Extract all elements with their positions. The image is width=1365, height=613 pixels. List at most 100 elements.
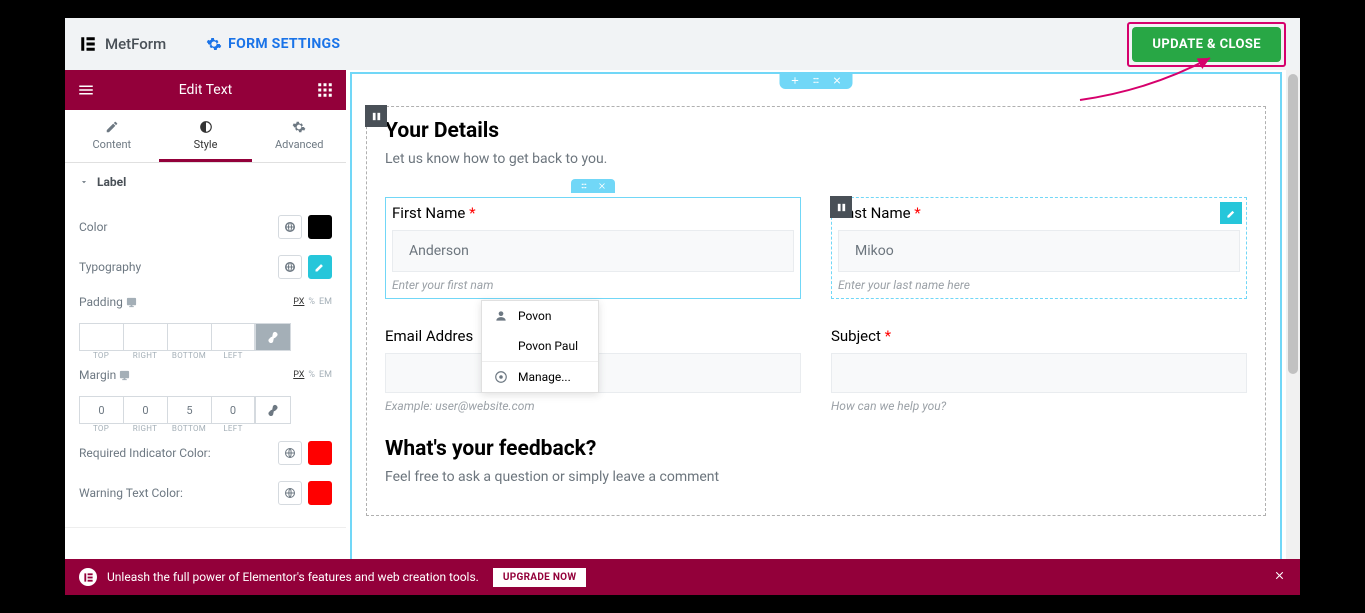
drag-icon	[579, 181, 589, 191]
user-icon	[494, 309, 508, 323]
autofill-manage[interactable]: Manage...	[482, 362, 598, 392]
brand: MetForm	[79, 35, 166, 53]
field-last-name[interactable]: Last Name * Mikoo Enter your last name h…	[831, 197, 1247, 299]
control-warn-color: Warning Text Color:	[79, 473, 332, 513]
desktop-icon	[126, 297, 137, 308]
last-name-label: Last Name *	[832, 198, 1246, 226]
gear-icon	[292, 120, 306, 134]
autofill-option[interactable]: Povon Paul	[482, 331, 598, 361]
global-warn-color-button[interactable]	[278, 481, 302, 505]
color-swatch[interactable]	[308, 215, 332, 239]
close-icon[interactable]	[597, 181, 607, 191]
control-typography: Typography	[79, 247, 332, 287]
globe-icon	[284, 447, 296, 459]
field-subject[interactable]: Subject * How can we help you?	[831, 327, 1247, 413]
brand-label: MetForm	[105, 35, 166, 53]
column-handle[interactable]	[830, 196, 852, 218]
globe-icon	[284, 221, 296, 233]
section-label-title: Label	[97, 175, 126, 189]
control-margin: Margin PX%EM	[79, 360, 332, 390]
padding-link-toggle[interactable]	[255, 323, 291, 351]
column-icon	[371, 111, 382, 122]
contrast-icon	[199, 120, 213, 134]
upgrade-now-button[interactable]: UPGRADE NOW	[493, 568, 587, 587]
control-req-color: Required Indicator Color:	[79, 433, 332, 473]
sidebar: Edit Text Content Style Advanced Label C…	[65, 70, 346, 595]
margin-inputs	[79, 396, 332, 424]
first-name-input[interactable]: Anderson	[392, 230, 794, 272]
autofill-option[interactable]: Povon	[482, 301, 598, 331]
banner-text: Unleash the full power of Elementor's fe…	[107, 570, 479, 584]
scroll-thumb[interactable]	[1288, 74, 1298, 374]
padding-bottom[interactable]	[167, 323, 211, 351]
req-color-swatch[interactable]	[308, 441, 332, 465]
warn-color-swatch[interactable]	[308, 481, 332, 505]
sub-feedback: Feel free to ask a question or simply le…	[385, 469, 1247, 485]
margin-right[interactable]	[123, 396, 167, 424]
menu-icon[interactable]	[77, 81, 95, 99]
elementor-badge-icon	[79, 568, 97, 586]
chrome-icon	[494, 370, 508, 384]
column-icon	[836, 202, 847, 213]
control-color: Color	[79, 207, 332, 247]
padding-left[interactable]	[211, 323, 255, 351]
first-name-hint: Enter your first nam	[386, 276, 800, 298]
column-handle[interactable]	[365, 105, 387, 127]
globe-icon	[284, 261, 296, 273]
grid-icon[interactable]	[316, 81, 334, 99]
global-req-color-button[interactable]	[278, 441, 302, 465]
sub-your-details: Let us know how to get back to you.	[385, 151, 1247, 167]
field-first-name[interactable]: First Name * Anderson Enter your first n…	[385, 197, 801, 299]
close-icon[interactable]	[832, 75, 843, 86]
sidebar-header: Edit Text	[65, 70, 346, 110]
gear-icon	[206, 36, 222, 52]
margin-left[interactable]	[211, 396, 255, 424]
padding-right[interactable]	[123, 323, 167, 351]
edit-widget-button[interactable]	[1220, 202, 1242, 224]
form-settings-label: FORM SETTINGS	[228, 36, 340, 52]
unit-pct[interactable]: %	[308, 370, 315, 380]
padding-inputs	[79, 323, 332, 351]
last-name-input[interactable]: Mikoo	[838, 230, 1240, 272]
section-toolbar[interactable]	[780, 72, 853, 89]
unit-pct[interactable]: %	[308, 297, 315, 307]
edit-typo-button[interactable]	[308, 255, 332, 279]
plus-icon[interactable]	[790, 75, 801, 86]
sidebar-title: Edit Text	[179, 82, 233, 98]
panel-tabs: Content Style Advanced	[65, 110, 346, 163]
autofill-popup: Povon Povon Paul Manage...	[481, 300, 599, 393]
tab-advanced[interactable]: Advanced	[252, 110, 346, 162]
elementor-icon	[79, 35, 97, 53]
subject-input[interactable]	[831, 353, 1247, 393]
control-padding: Padding PX%EM	[79, 287, 332, 317]
heading-your-details: Your Details	[385, 119, 1247, 143]
banner-close-button[interactable]	[1273, 569, 1286, 585]
column-toolbar[interactable]	[571, 179, 615, 193]
subject-label: Subject *	[831, 327, 1247, 345]
drag-icon[interactable]	[811, 75, 822, 86]
padding-top[interactable]	[79, 323, 123, 351]
margin-bottom[interactable]	[167, 396, 211, 424]
close-icon	[1273, 569, 1286, 582]
link-icon	[267, 331, 279, 343]
pencil-icon	[314, 261, 326, 273]
unit-em[interactable]: EM	[319, 370, 332, 380]
globe-icon	[284, 487, 296, 499]
email-hint: Example: user@website.com	[385, 399, 801, 413]
global-typo-button[interactable]	[278, 255, 302, 279]
unit-px[interactable]: PX	[293, 297, 304, 307]
unit-em[interactable]: EM	[319, 297, 332, 307]
section-label-toggle[interactable]: Label	[65, 163, 346, 201]
heading-feedback: What's your feedback?	[385, 437, 1247, 461]
global-color-button[interactable]	[278, 215, 302, 239]
tab-content[interactable]: Content	[65, 110, 159, 162]
unit-px[interactable]: PX	[293, 370, 304, 380]
tab-style[interactable]: Style	[159, 110, 253, 162]
margin-link-toggle[interactable]	[255, 396, 291, 424]
link-icon	[267, 404, 279, 416]
margin-top[interactable]	[79, 396, 123, 424]
annotation-arrow	[1070, 50, 1230, 110]
form-settings-link[interactable]: FORM SETTINGS	[206, 36, 340, 52]
subject-hint: How can we help you?	[831, 399, 1247, 413]
scrollbar[interactable]	[1286, 70, 1300, 595]
